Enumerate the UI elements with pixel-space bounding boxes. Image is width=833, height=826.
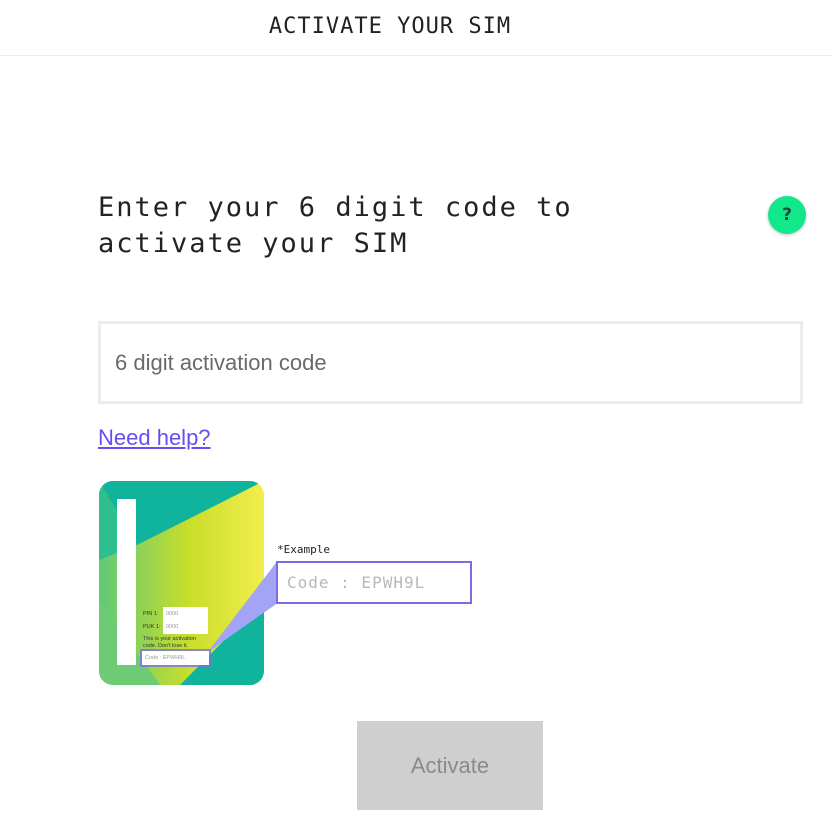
top-header: ACTIVATE YOUR SIM	[0, 0, 833, 56]
puk-label: PUK 1:	[143, 624, 161, 630]
mini-activation-code: Code : EPWH9L	[142, 651, 209, 665]
activation-note-line-2: code. Don't lose it.	[143, 643, 189, 649]
instruction-heading: Enter your 6 digit code to activate your…	[98, 190, 698, 262]
activation-note-line-1: This is your activation	[143, 636, 196, 642]
need-help-link[interactable]: Need help?	[98, 425, 211, 451]
page-title: ACTIVATE YOUR SIM	[268, 14, 512, 39]
example-code-box: Code : EPWH9L	[276, 561, 472, 604]
puk-value: 0000	[163, 620, 208, 634]
example-label: *Example	[277, 543, 330, 556]
activation-code-input[interactable]	[98, 321, 803, 404]
projection-wedge-dark	[208, 563, 276, 652]
question-mark-icon: ?	[782, 205, 792, 225]
heading-line-1: Enter your 6 digit code to	[98, 192, 573, 223]
pin-value: 0000	[163, 607, 208, 621]
activate-button[interactable]: Activate	[357, 721, 543, 810]
help-icon-button[interactable]: ?	[768, 196, 806, 234]
heading-line-2: activate your SIM	[98, 228, 409, 259]
sim-card-strip	[117, 499, 136, 665]
pin-label: PIN 1:	[143, 611, 159, 617]
sim-card-illustration	[99, 481, 472, 685]
